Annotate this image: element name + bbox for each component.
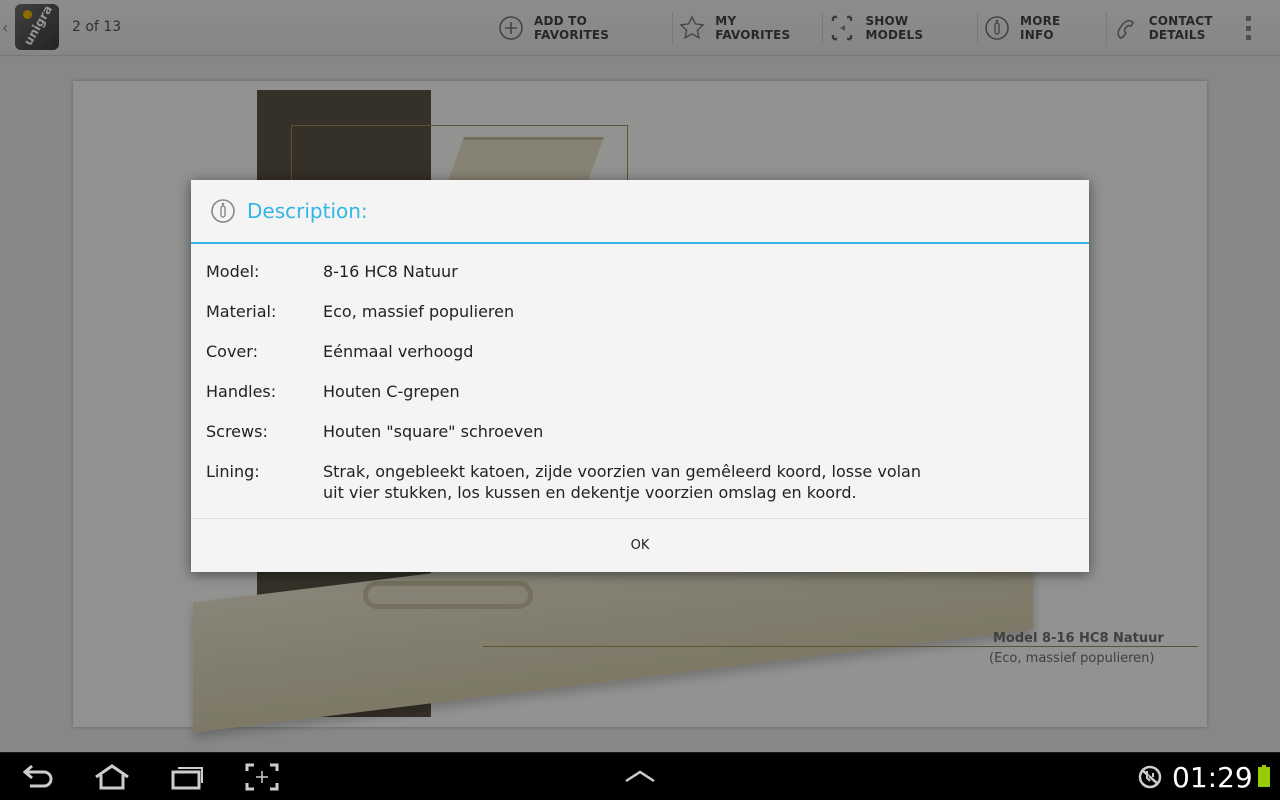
chevron-up-icon[interactable] [618,761,662,793]
detail-key: Model: [206,262,260,281]
system-navigation-bar: 01:29 [0,752,1280,800]
detail-key: Cover: [206,342,258,361]
detail-row-screws: Screws: Houten "square" schroeven [206,421,1074,442]
detail-value: Houten C-grepen [323,382,460,401]
usb-debugging-icon [1130,761,1170,793]
detail-value: Houten "square" schroeven [323,422,544,441]
detail-value: Strak, ongebleekt katoen, zijde voorzien… [323,462,921,502]
dialog-body: Model: 8-16 HC8 Natuur Material: Eco, ma… [191,244,1089,517]
detail-value: 8-16 HC8 Natuur [323,262,458,281]
status-clock: 01:29 [1172,761,1253,794]
home-icon[interactable] [90,761,134,793]
detail-row-material: Material: Eco, massief populieren [206,301,1074,322]
info-icon [210,198,236,224]
detail-row-lining: Lining: Strak, ongebleekt katoen, zijde … [206,461,1074,503]
detail-key: Handles: [206,382,277,401]
ok-button[interactable]: OK [191,519,1089,573]
screenshot-icon[interactable] [240,761,284,793]
dialog-title: Description: [247,199,368,223]
detail-key: Lining: [206,462,260,481]
detail-key: Screws: [206,422,268,441]
dialog-footer: OK [191,518,1089,572]
detail-key: Material: [206,302,277,321]
recent-apps-icon[interactable] [166,761,210,793]
detail-value: Eénmaal verhoogd [323,342,474,361]
detail-row-model: Model: 8-16 HC8 Natuur [206,261,1074,282]
detail-row-cover: Cover: Eénmaal verhoogd [206,341,1074,362]
detail-value: Eco, massief populieren [323,302,515,321]
dialog-header: Description: [191,180,1089,244]
back-icon[interactable] [16,761,60,793]
detail-row-handles: Handles: Houten C-grepen [206,381,1074,402]
description-dialog: Description: Model: 8-16 HC8 Natuur Mate… [191,180,1089,572]
battery-icon [1258,765,1270,787]
